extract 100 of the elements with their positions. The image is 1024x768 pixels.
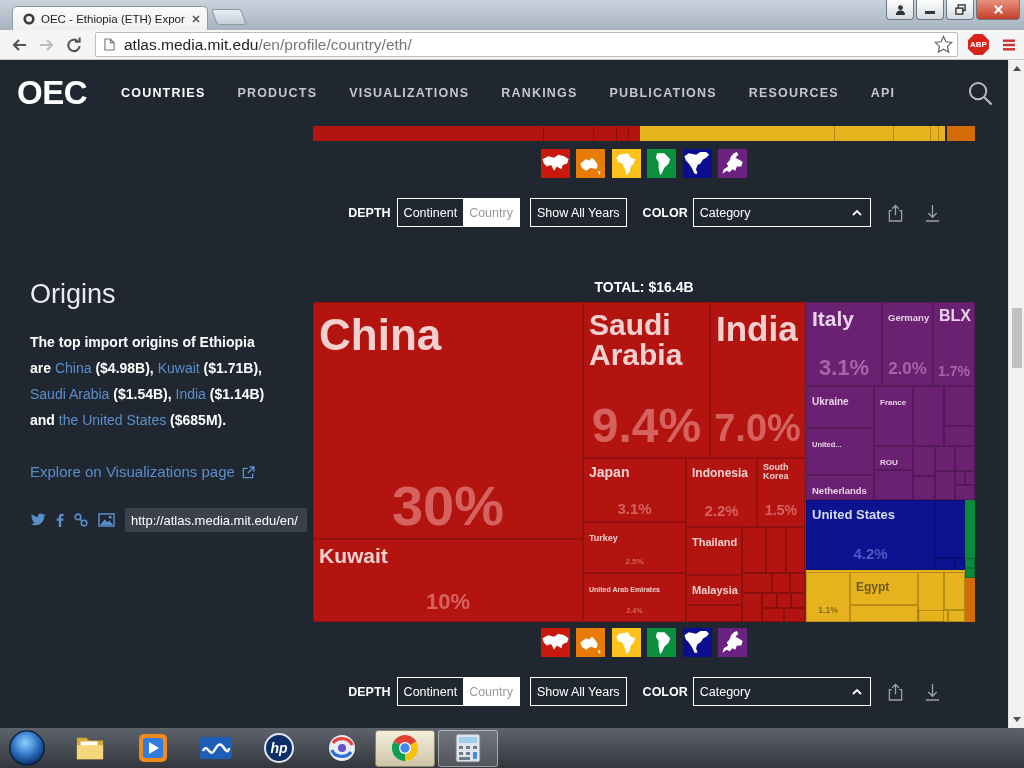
country-link[interactable]: India <box>175 386 206 402</box>
africa-map-icon[interactable] <box>611 149 641 178</box>
tile-label: Egypt <box>856 581 890 593</box>
show-all-years-button[interactable]: Show All Years <box>529 198 627 227</box>
tile-label: Italy <box>812 308 855 329</box>
tile-label: Kuwait <box>319 545 388 566</box>
tile-label: Japan <box>589 465 630 479</box>
download-icon[interactable] <box>924 203 940 222</box>
color-select[interactable]: Category <box>692 198 871 227</box>
download-icon[interactable] <box>924 682 940 701</box>
australia-map-icon[interactable] <box>576 628 606 657</box>
tile-label: India <box>716 311 798 346</box>
asia-map-icon[interactable] <box>540 149 570 178</box>
restore-icon <box>954 4 966 15</box>
country-link[interactable]: China <box>54 360 92 376</box>
taskbar-app[interactable]: hp <box>249 729 309 767</box>
close-icon <box>992 4 1004 15</box>
tile-share: 4.2% <box>853 545 888 561</box>
restore-button[interactable] <box>946 0 974 20</box>
nav-link[interactable]: PRODUCTS <box>237 86 318 100</box>
total-label: TOTAL: $16.4B <box>593 278 695 297</box>
share-url-field[interactable]: http://atlas.media.mit.edu/en/ <box>125 508 307 532</box>
tile-label: United States <box>812 508 896 521</box>
browser-tab[interactable]: OEC - Ethiopia (ETH) Expor <box>12 6 208 30</box>
africa-map-icon[interactable] <box>611 628 641 657</box>
asia-map-icon[interactable] <box>540 628 570 657</box>
calculator-icon <box>453 733 483 763</box>
address-field[interactable]: atlas.media.mit.edu/en/profile/country/eth/ <box>95 32 958 57</box>
section-heading: Origins <box>30 278 117 311</box>
link-icon[interactable] <box>74 513 88 527</box>
star-icon[interactable] <box>934 35 953 54</box>
show-all-years-button[interactable]: Show All Years <box>529 677 627 706</box>
tile-share: 2.5% <box>625 558 644 566</box>
tile-label: BLX <box>939 308 971 324</box>
depth-option[interactable]: Continent <box>397 199 464 226</box>
menu-icon[interactable] <box>1002 37 1016 52</box>
minimize-button[interactable] <box>916 0 944 20</box>
back-icon[interactable] <box>10 36 28 53</box>
close-icon[interactable] <box>192 14 200 23</box>
search-icon[interactable] <box>968 80 993 106</box>
tile-share: 2.2% <box>704 502 739 518</box>
scrollbar[interactable] <box>1008 60 1024 728</box>
europe-map-icon[interactable] <box>718 149 748 178</box>
explore-link[interactable]: Explore on Visualizations page <box>30 461 255 483</box>
australia-map-icon[interactable] <box>576 149 606 178</box>
user-icon <box>894 4 906 15</box>
tile-label: Netherlands <box>812 486 867 496</box>
reload-icon[interactable] <box>66 36 82 53</box>
url-text: atlas.media.mit.edu/en/profile/country/eth/ <box>124 35 412 54</box>
logo[interactable]: OEC <box>17 75 87 111</box>
nav-link[interactable]: RESOURCES <box>748 86 839 100</box>
nav-link[interactable]: API <box>870 86 896 100</box>
nav-link[interactable]: VISUALIZATIONS <box>349 86 470 100</box>
tile-share: 1.7% <box>938 364 970 378</box>
close-window-button[interactable] <box>976 0 1020 20</box>
share-icon[interactable] <box>887 682 903 701</box>
north-america-map-icon[interactable] <box>682 628 712 657</box>
orb-icon <box>8 729 46 767</box>
play-icon <box>138 733 168 763</box>
nav-link[interactable]: COUNTRIES <box>121 86 206 100</box>
country-link[interactable]: the United States <box>58 412 167 428</box>
depth-option[interactable]: Continent <box>397 678 464 705</box>
tile-share: 9.4% <box>591 402 702 450</box>
nav-link[interactable]: PUBLICATIONS <box>609 86 717 100</box>
scroll-down-icon[interactable] <box>1012 717 1021 722</box>
image-icon[interactable] <box>98 513 115 527</box>
depth-label: DEPTH <box>348 205 391 220</box>
europe-map-icon[interactable] <box>718 628 748 657</box>
tile-label: France <box>880 399 907 407</box>
user-button[interactable] <box>886 0 914 20</box>
tile-label: ROU <box>880 459 898 467</box>
tile-share: 3.1% <box>617 500 652 516</box>
taskbar-app[interactable] <box>375 729 435 767</box>
external-link-icon <box>241 465 255 479</box>
country-link[interactable]: Saudi Arabia <box>30 386 110 402</box>
north-america-map-icon[interactable] <box>682 149 712 178</box>
adblock-badge[interactable]: ABP <box>968 34 989 55</box>
share-icon[interactable] <box>887 203 903 222</box>
tile-label: South Korea <box>763 463 790 481</box>
nav-link[interactable]: RANKINGS <box>501 86 578 100</box>
tile-label: Germany <box>888 313 930 323</box>
tile-label: Indonesia <box>692 467 748 479</box>
tile-share: 1.1% <box>818 605 838 615</box>
page-icon <box>104 38 115 51</box>
f-logo-icon[interactable] <box>56 513 64 527</box>
minimize-icon <box>925 11 935 14</box>
chevron-up-icon <box>851 209 862 216</box>
bird-icon[interactable] <box>30 513 46 527</box>
color-select[interactable]: Category <box>692 677 871 706</box>
south-america-map-icon[interactable] <box>647 628 677 657</box>
south-america-map-icon[interactable] <box>647 149 677 178</box>
country-link[interactable]: Kuwait <box>157 360 200 376</box>
tile-label: Ukraine <box>812 397 849 407</box>
scroll-up-icon[interactable] <box>1012 66 1021 71</box>
tile-share: 30% <box>391 478 505 534</box>
tab-title: OEC - Ethiopia (ETH) Expor <box>41 12 185 25</box>
tile-label: Thailand <box>692 537 738 548</box>
tile-share: 2.0% <box>888 359 927 377</box>
tile-share: 1.5% <box>765 503 797 517</box>
scrollbar-thumb[interactable] <box>1011 308 1022 368</box>
